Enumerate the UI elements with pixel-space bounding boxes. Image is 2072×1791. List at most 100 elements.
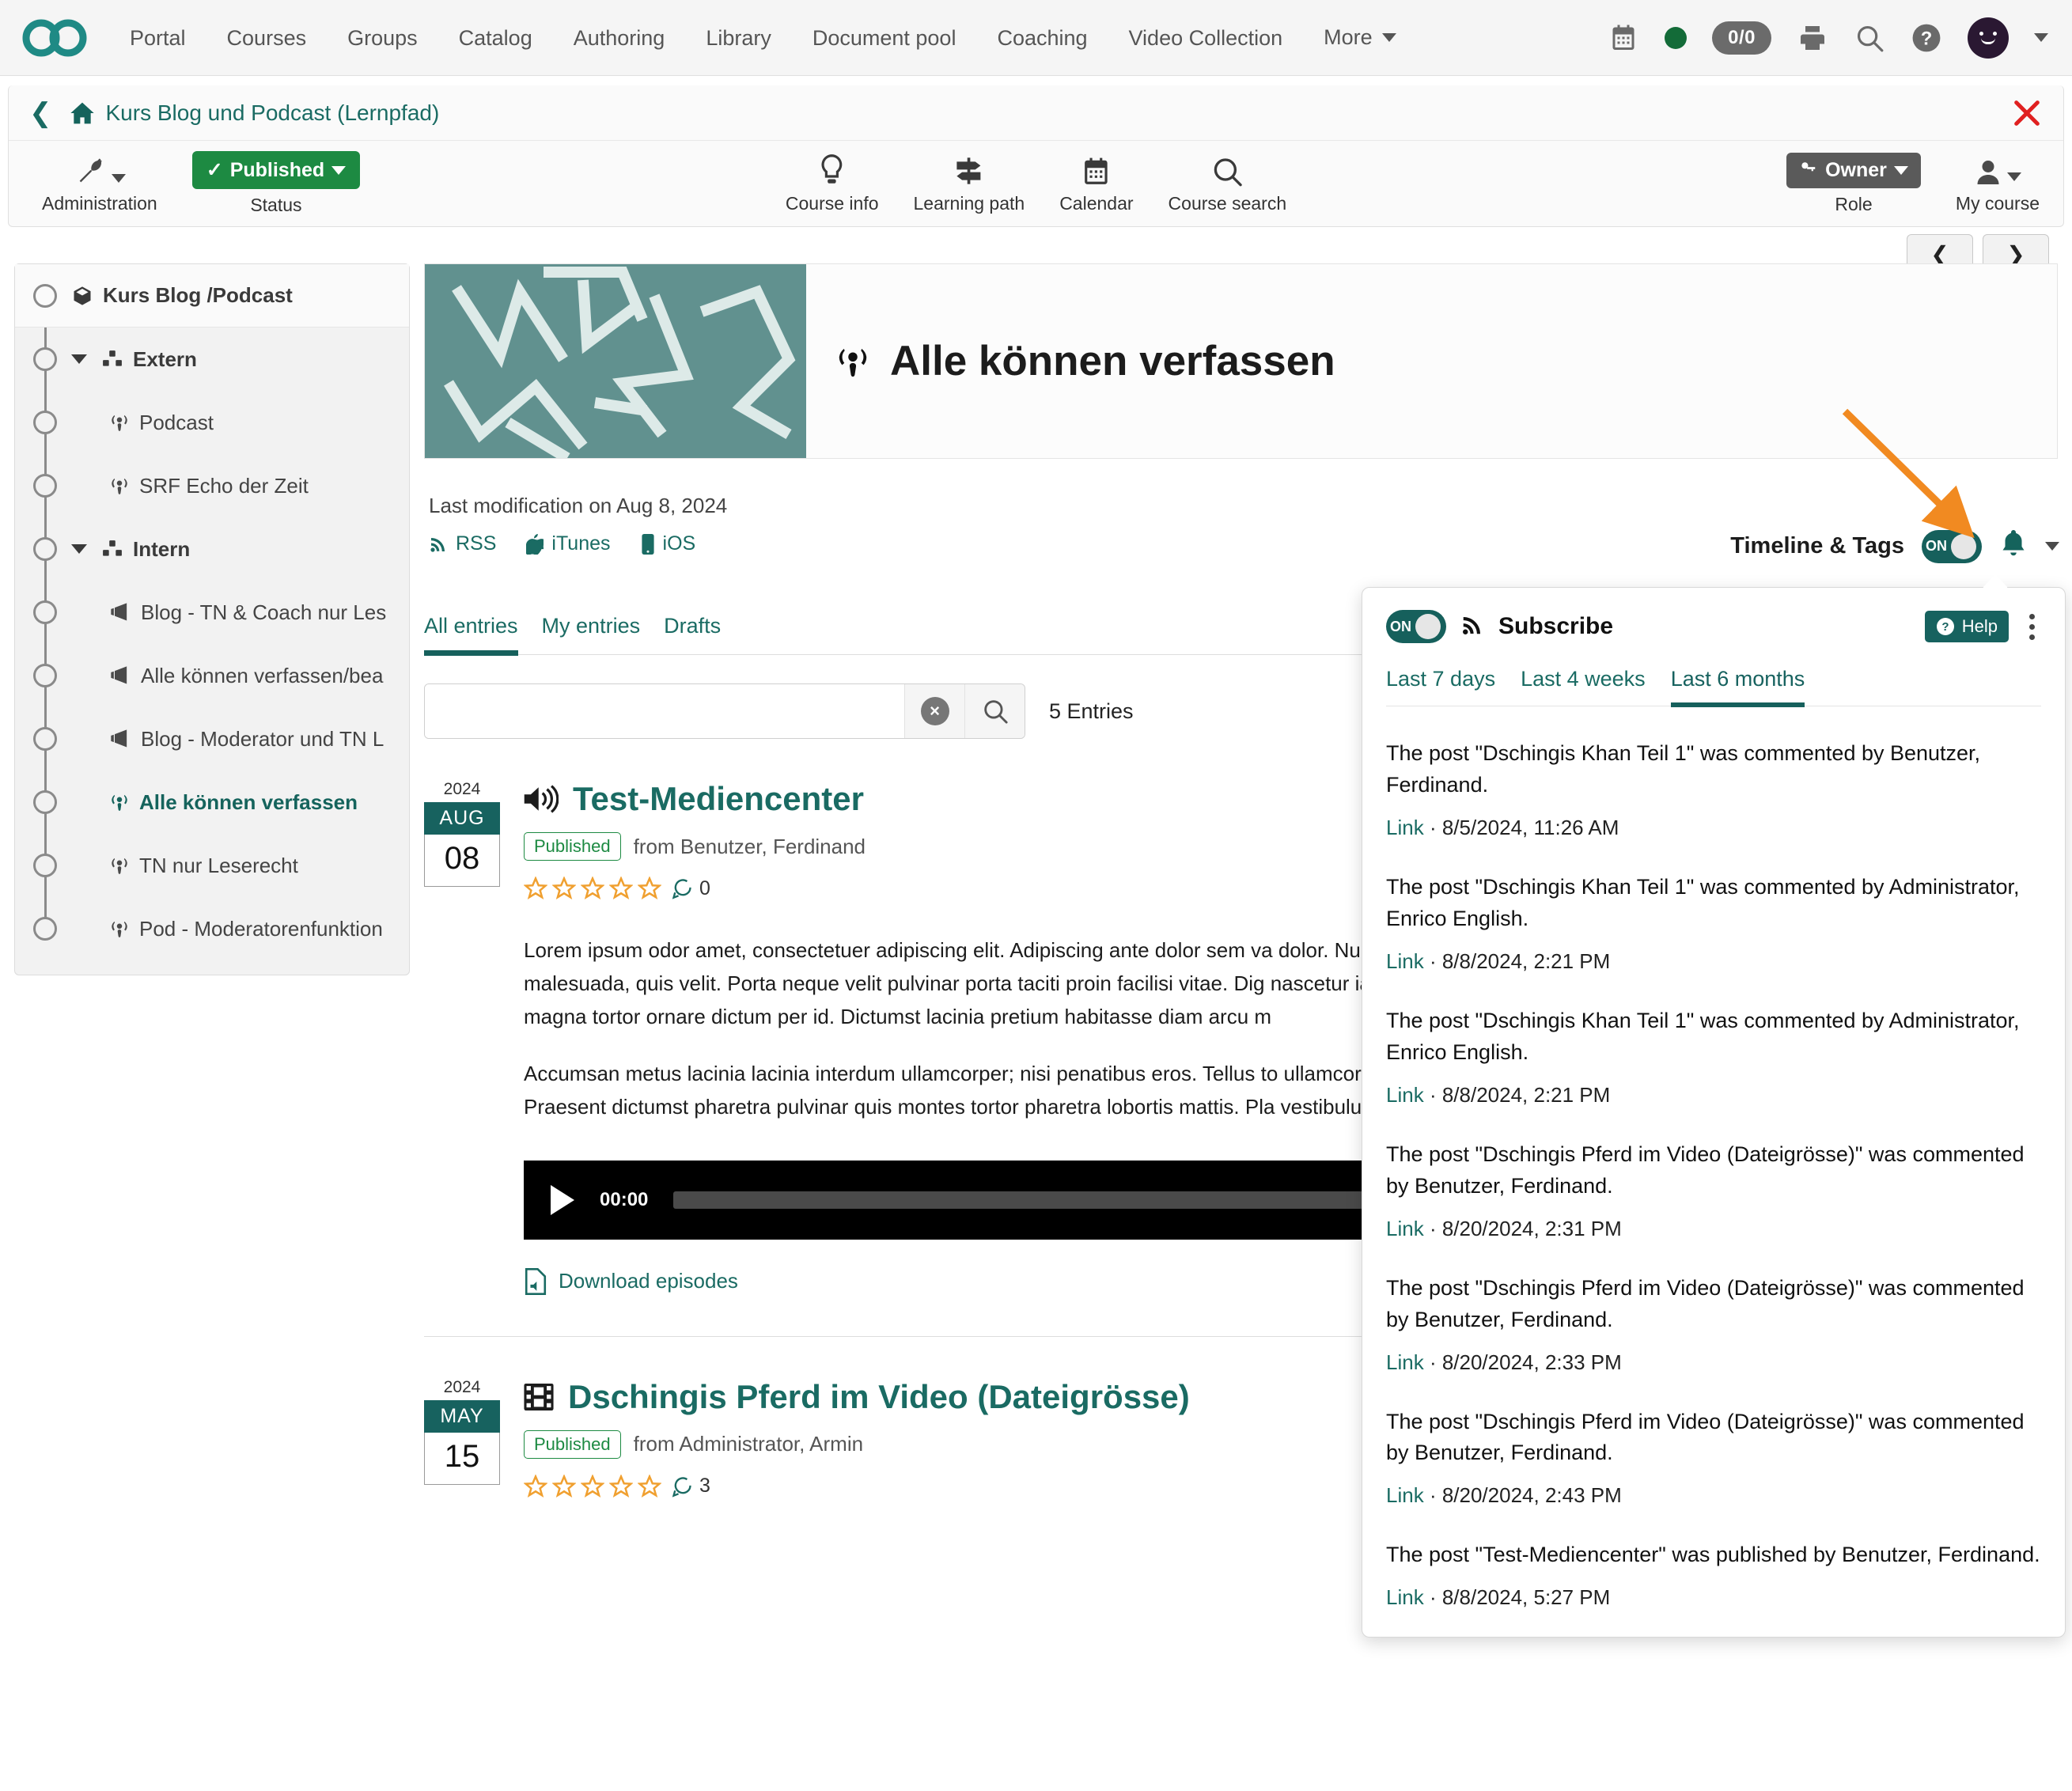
rating-stars[interactable]: [524, 877, 661, 900]
notification-link[interactable]: Link: [1386, 1483, 1424, 1507]
sidebar-item-pod-moderatorenfunktion[interactable]: Pod - Moderatorenfunktion: [15, 897, 409, 960]
nav-item-portal[interactable]: Portal: [109, 0, 206, 76]
sidebar-item-alle-koennen-verfassen[interactable]: Alle können verfassen: [15, 771, 409, 834]
comment-count-value: 0: [699, 877, 710, 900]
tab-last-4-weeks[interactable]: Last 4 weeks: [1521, 667, 1671, 706]
status-button[interactable]: ✓ Published Status: [175, 151, 377, 216]
chevron-down-icon[interactable]: [2045, 542, 2059, 551]
status-dot[interactable]: [1665, 27, 1687, 49]
rss-link[interactable]: RSS: [429, 532, 496, 555]
ios-label: iOS: [663, 532, 696, 555]
nav-item-catalog[interactable]: Catalog: [438, 0, 553, 76]
timeline-tags-toggle[interactable]: ON: [1922, 530, 1982, 563]
status-badge[interactable]: ✓ Published: [192, 151, 360, 189]
clear-search-button[interactable]: ×: [904, 684, 964, 738]
notification-separator: ·: [1430, 1585, 1442, 1609]
sidebar-item-alle-koennen-verfassen-bea[interactable]: Alle können verfassen/bea: [15, 644, 409, 707]
timeline-tags-label: Timeline & Tags: [1730, 533, 1904, 559]
notification-link[interactable]: Link: [1386, 1350, 1424, 1374]
notification-text: The post "Dschingis Pferd im Video (Date…: [1386, 1273, 2041, 1336]
post-date-badge: 2024 AUG 08: [424, 780, 500, 1295]
chevron-down-icon[interactable]: [71, 544, 87, 554]
print-icon[interactable]: [1797, 22, 1828, 54]
lightbulb-icon: [817, 153, 847, 187]
help-icon[interactable]: ?: [1911, 22, 1942, 54]
itunes-link[interactable]: iTunes: [526, 532, 610, 555]
notification-separator: ·: [1430, 949, 1442, 973]
search-icon[interactable]: [1854, 22, 1885, 54]
rss-icon: [1460, 613, 1484, 641]
course-search-button[interactable]: Course search: [1151, 153, 1305, 214]
tab-last-6-months[interactable]: Last 6 months: [1671, 667, 1831, 706]
sidebar-item-srf-echo-der-zeit[interactable]: SRF Echo der Zeit: [15, 454, 409, 517]
help-button[interactable]: ? Help: [1925, 611, 2009, 642]
nav-item-more[interactable]: More: [1303, 25, 1417, 50]
notification-link[interactable]: Link: [1386, 1083, 1424, 1107]
post-month: AUG: [424, 802, 500, 835]
learning-path-button[interactable]: Learning path: [896, 153, 1043, 214]
infinity-logo[interactable]: [22, 16, 87, 60]
search-submit-button[interactable]: [964, 684, 1025, 738]
notification-count-badge[interactable]: 0/0: [1712, 21, 1771, 55]
player-time: 00:00: [600, 1189, 648, 1211]
sidebar-item-intern[interactable]: Intern: [15, 517, 409, 581]
course-info-button[interactable]: Course info: [768, 153, 896, 214]
home-icon[interactable]: [70, 101, 95, 125]
tab-drafts[interactable]: Drafts: [664, 614, 744, 654]
comment-count[interactable]: 3: [671, 1475, 710, 1498]
play-icon[interactable]: [551, 1185, 574, 1215]
sidebar-item-blog-tn-coach-nur-les[interactable]: Blog - TN & Coach nur Les: [15, 581, 409, 644]
notification-link[interactable]: Link: [1386, 1217, 1424, 1240]
tab-my-entries[interactable]: My entries: [542, 614, 665, 654]
role-badge[interactable]: Owner: [1786, 153, 1921, 188]
user-menu-chevron-down-icon[interactable]: [2034, 33, 2048, 42]
sidebar-item-tn-nur-leserecht[interactable]: TN nur Leserecht: [15, 834, 409, 897]
tab-last-7-days[interactable]: Last 7 days: [1386, 667, 1521, 706]
avatar[interactable]: [1968, 17, 2009, 59]
sidebar-item-label: TN nur Leserecht: [139, 854, 298, 878]
ios-link[interactable]: iOS: [641, 532, 696, 555]
sidebar-item-label: Alle können verfassen/bea: [141, 664, 383, 688]
rating-stars[interactable]: [524, 1475, 661, 1498]
notification-link[interactable]: Link: [1386, 816, 1424, 839]
notification-meta: Link · 8/8/2024, 2:21 PM: [1386, 1083, 2041, 1108]
sidebar-item-extern[interactable]: Extern: [15, 328, 409, 391]
nav-item-authoring[interactable]: Authoring: [553, 0, 686, 76]
subscribe-toggle[interactable]: ON: [1386, 610, 1446, 643]
nav-item-groups[interactable]: Groups: [327, 0, 438, 76]
nav-item-coaching[interactable]: Coaching: [976, 0, 1108, 76]
post-day: 15: [424, 1433, 500, 1485]
tab-all-entries[interactable]: All entries: [424, 614, 542, 654]
back-button[interactable]: ❮: [29, 100, 52, 127]
bell-icon[interactable]: [1999, 528, 2028, 564]
notification-text: The post "Dschingis Khan Teil 1" was com…: [1386, 1005, 2041, 1069]
more-vertical-icon[interactable]: [2023, 611, 2041, 643]
comment-count[interactable]: 0: [671, 877, 710, 900]
search-input[interactable]: [425, 684, 904, 738]
close-icon[interactable]: [2011, 97, 2043, 129]
administration-button[interactable]: Administration: [25, 153, 175, 214]
structure-icon: [101, 539, 123, 559]
sidebar-item-blog-moderator-und-tn-l[interactable]: Blog - Moderator und TN L: [15, 707, 409, 771]
sidebar-item-label: Pod - Moderatorenfunktion: [139, 917, 383, 941]
notification-link[interactable]: Link: [1386, 949, 1424, 973]
notification-time: 8/20/2024, 2:33 PM: [1442, 1350, 1622, 1374]
chevron-down-icon[interactable]: [71, 354, 87, 364]
tree-node-bullet: [33, 600, 57, 624]
notification-meta: Link · 8/8/2024, 5:27 PM: [1386, 1585, 2041, 1610]
notification-meta: Link · 8/20/2024, 2:43 PM: [1386, 1483, 2041, 1508]
calendar-button[interactable]: Calendar: [1042, 153, 1150, 214]
nav-item-document-pool[interactable]: Document pool: [792, 0, 977, 76]
calendar-icon[interactable]: [1608, 22, 1639, 54]
nav-item-video-collection[interactable]: Video Collection: [1108, 0, 1304, 76]
sidebar-item-podcast[interactable]: Podcast: [15, 391, 409, 454]
my-course-button[interactable]: My course: [1938, 153, 2057, 215]
sidebar-item-kurs-blog-podcast[interactable]: Kurs Blog /Podcast: [15, 264, 409, 328]
notification-item: The post "Dschingis Pferd im Video (Date…: [1386, 1273, 2041, 1375]
notification-text: The post "Dschingis Pferd im Video (Date…: [1386, 1407, 2041, 1470]
role-button[interactable]: Owner Role: [1769, 153, 1938, 215]
nav-item-courses[interactable]: Courses: [206, 0, 328, 76]
nav-item-library[interactable]: Library: [685, 0, 792, 76]
notification-link[interactable]: Link: [1386, 1585, 1424, 1609]
breadcrumb-course-title[interactable]: Kurs Blog und Podcast (Lernpfad): [106, 100, 440, 126]
